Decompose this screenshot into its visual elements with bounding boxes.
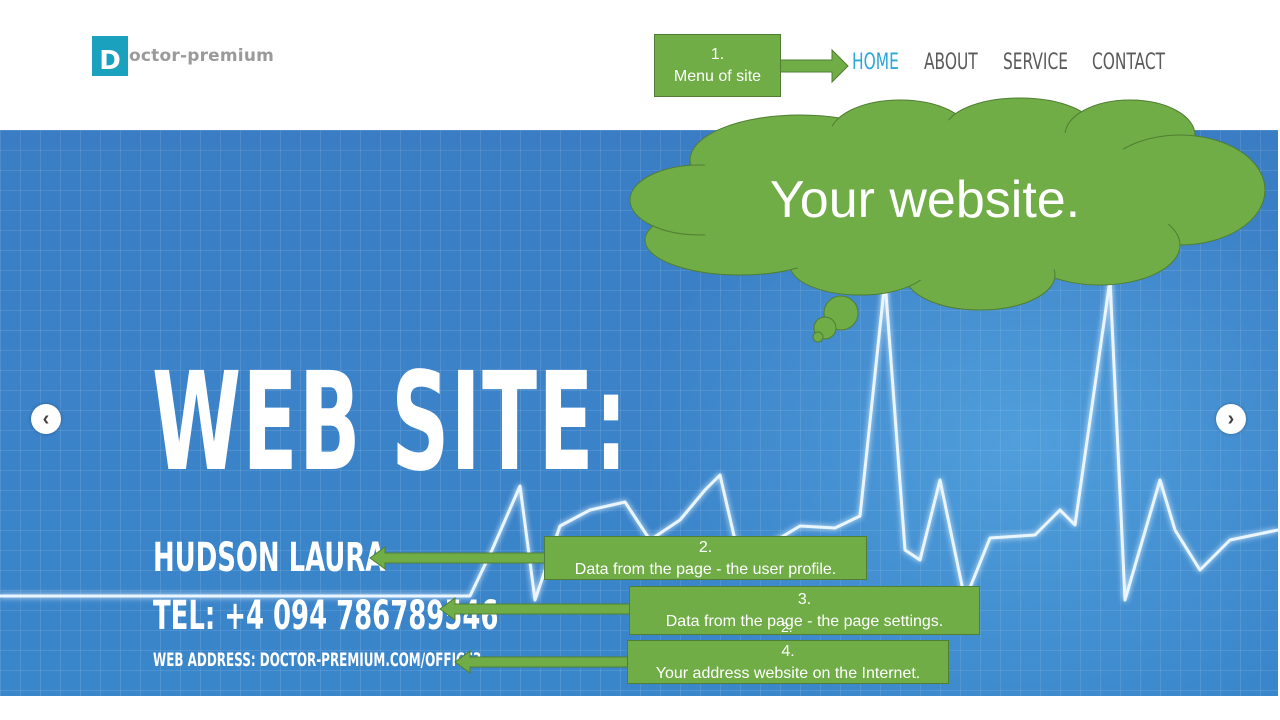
address-callout-text: Your address website on the Internet. (655, 665, 921, 682)
profile-callout: 2. Data from the page - the user profile… (544, 536, 867, 580)
profile-phone: TEL: +4 094 786789546 (153, 593, 499, 639)
settings-callout-number: 3. (797, 591, 812, 608)
nav-contact[interactable]: CONTACT (1092, 50, 1165, 75)
address-callout-number: 4. (781, 643, 795, 660)
nav-home[interactable]: HOME (852, 50, 899, 75)
site-logo[interactable]: D octor-premium (92, 36, 274, 76)
slider-next-button[interactable]: › (1216, 404, 1246, 434)
logo-text: octor-premium (129, 46, 275, 66)
web-address: WEB ADDRESS: DOCTOR-PREMIUM.COM/OFFICE3 (153, 649, 482, 671)
profile-callout-text: Data from the page - the user profile. (574, 561, 837, 578)
nav-service[interactable]: SERVICE (1003, 50, 1068, 75)
settings-overlap-number: 2. (781, 619, 793, 635)
page: D octor-premium HOME ABOUT SERVICE CONTA… (0, 0, 1280, 720)
menu-callout-number: 1. (710, 46, 725, 63)
settings-callout: 3. Data from the page - the page setting… (629, 586, 980, 635)
menu-arrow (779, 48, 849, 84)
address-callout: 4. Your address website on the Internet. (627, 640, 949, 684)
logo-letter: D (92, 36, 128, 76)
menu-callout-text: Menu of site (673, 68, 762, 85)
chevron-right-icon: › (1227, 407, 1235, 430)
cloud-caption: Your website. (769, 171, 1081, 229)
profile-callout-number: 2. (698, 539, 713, 556)
chevron-left-icon: ‹ (42, 407, 50, 430)
nav-about[interactable]: ABOUT (924, 50, 978, 75)
profile-name: HUDSON LAURA (153, 535, 386, 581)
hero-title: WEB SITE: (152, 344, 629, 502)
settings-callout-text: Data from the page - the page settings. (665, 613, 944, 630)
slider-prev-button[interactable]: ‹ (31, 404, 61, 434)
menu-callout: 1. Menu of site (654, 34, 781, 97)
